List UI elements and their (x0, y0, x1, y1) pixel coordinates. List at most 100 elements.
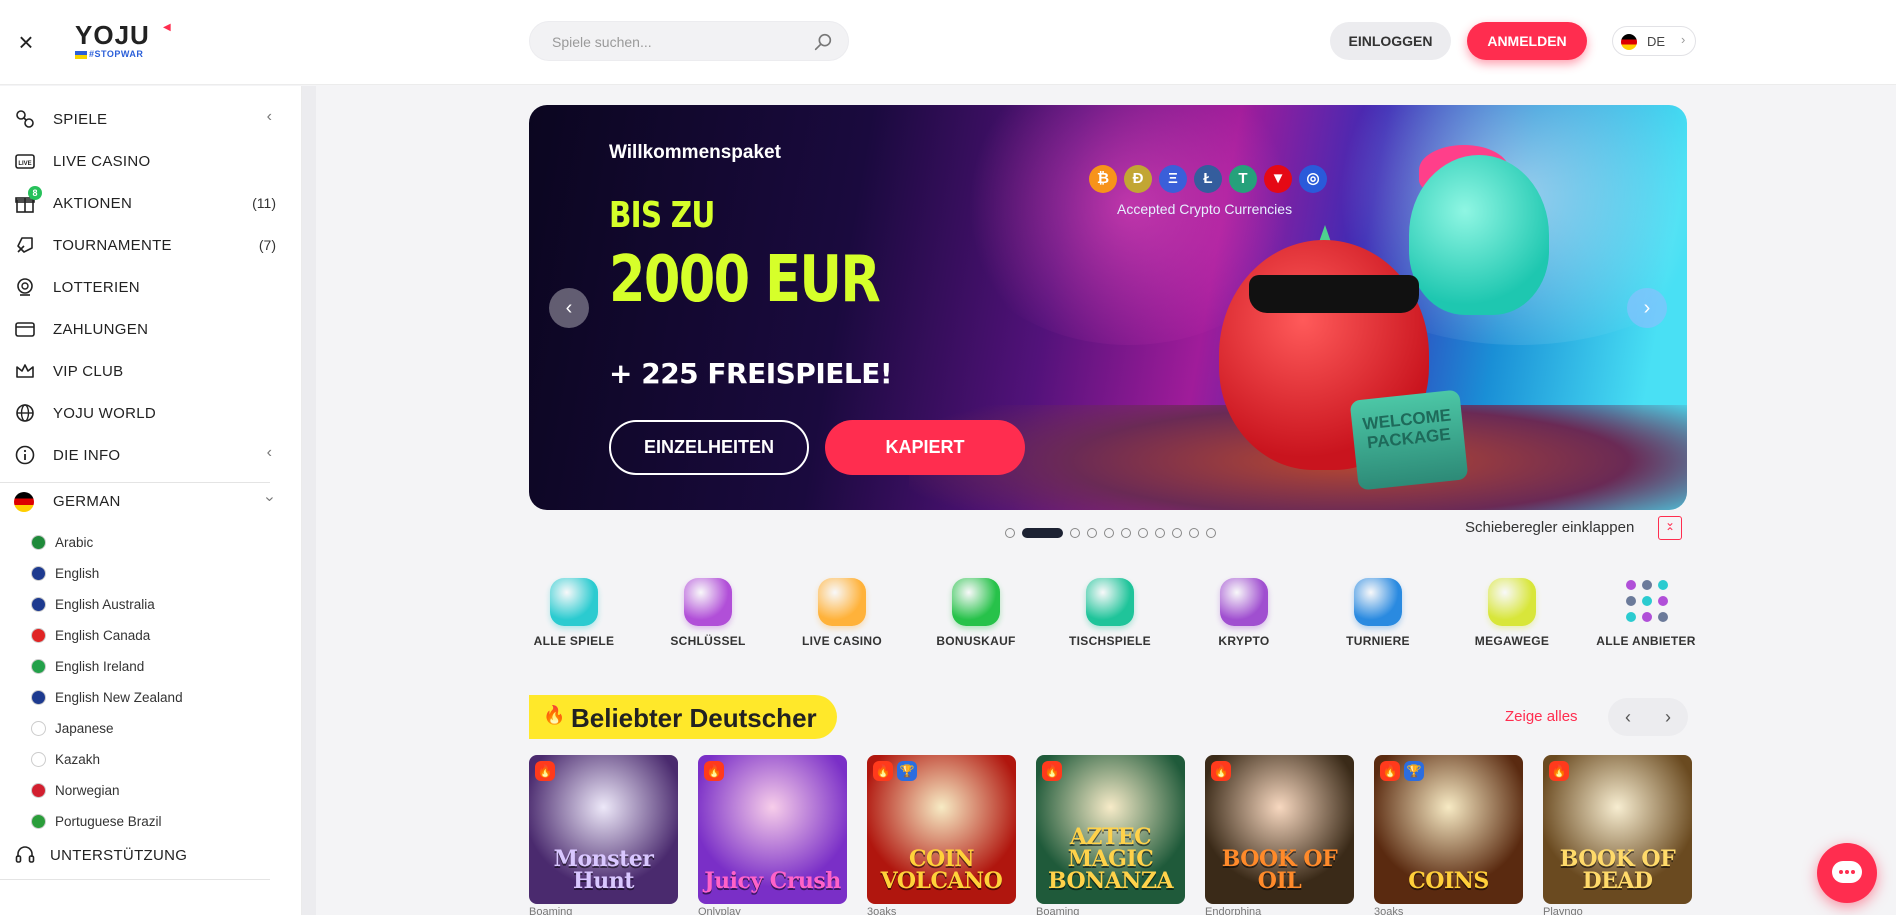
chevron-left-icon[interactable]: ‹ (267, 108, 272, 126)
language-option[interactable]: Japanese (0, 715, 270, 743)
top-header: × YOJU ◀ #STOPWAR EINLOGGEN ANMELDEN DE … (0, 0, 1896, 85)
crypto-coin-icon: Ξ (1159, 165, 1187, 193)
collapse-slider-label[interactable]: Schieberegler einklappen (1465, 519, 1634, 536)
sidebar-item-lotterien[interactable]: LOTTERIEN (0, 266, 302, 308)
game-tile[interactable]: 🔥 🏆 COINS (1374, 755, 1523, 904)
game-tile[interactable]: 🔥 Juicy Crush (698, 755, 847, 904)
language-option[interactable]: English New Zealand (0, 684, 270, 712)
carousel-dot[interactable] (1005, 527, 1015, 538)
language-option[interactable]: English Canada (0, 622, 270, 650)
sidebar-item-label: VIP CLUB (53, 363, 124, 380)
carousel-dots (1005, 524, 1223, 538)
pager-prev-button[interactable]: ‹ (1608, 698, 1648, 736)
category-item[interactable]: KRYPTO (1189, 578, 1299, 652)
carousel-dot[interactable] (1087, 527, 1097, 538)
language-selector[interactable]: DE › (1612, 26, 1696, 56)
got-it-button[interactable]: KAPIERT (825, 420, 1025, 475)
fire-icon: 🔥 (535, 761, 555, 781)
carousel-dot[interactable] (1155, 527, 1165, 538)
category-label: ALLE SPIELE (533, 634, 615, 648)
flag-icon (31, 597, 46, 612)
chevron-left-icon[interactable]: ‹ (267, 444, 272, 462)
germany-flag-icon (1621, 34, 1637, 50)
game-tile[interactable]: 🔥 BOOK OF DEAD (1543, 755, 1692, 904)
carousel-dot[interactable] (1172, 527, 1182, 538)
flag-icon (31, 752, 46, 767)
search-box[interactable] (529, 21, 849, 61)
category-item[interactable]: TISCHSPIELE (1055, 578, 1165, 652)
sidebar-scrollbar[interactable] (302, 86, 316, 915)
banner-prev-button[interactable]: ‹ (549, 288, 589, 328)
sidebar: SPIELE ‹ LIVE LIVE CASINO 8 AKTIONEN (11… (0, 86, 302, 915)
game-provider: Playngo (1543, 906, 1583, 915)
login-button[interactable]: EINLOGGEN (1330, 22, 1451, 60)
category-label: BONUSKAUF (936, 634, 1016, 648)
category-item[interactable]: MEGAWEGE (1457, 578, 1567, 652)
details-button[interactable]: EINZELHEITEN (609, 420, 809, 475)
category-item[interactable]: SCHLÜSSEL (653, 578, 763, 652)
game-tile[interactable]: 🔥 AZTEC MAGIC BONANZA (1036, 755, 1185, 904)
banner-freespins: + 225 FREISPIELE! (609, 357, 893, 390)
category-item[interactable]: ALLE ANBIETER (1591, 578, 1701, 652)
carousel-dot[interactable] (1138, 527, 1148, 538)
sidebar-item-die-info[interactable]: DIE INFO ‹ (0, 434, 302, 476)
carousel-dot[interactable] (1121, 527, 1131, 538)
headset-icon (15, 846, 35, 863)
language-option[interactable]: Arabic (0, 529, 270, 557)
language-option-label: English Australia (55, 597, 155, 612)
banner-next-button[interactable]: › (1627, 288, 1667, 328)
language-option-label: English (55, 566, 100, 581)
category-icon (1086, 578, 1134, 626)
sidebar-item-yoju-world[interactable]: YOJU WORLD (0, 392, 302, 434)
ghost-mascot-image (1409, 155, 1549, 315)
sidebar-item-spiele[interactable]: SPIELE ‹ (0, 98, 302, 140)
carousel-dot[interactable] (1104, 527, 1114, 538)
sidebar-item-tournamente[interactable]: TOURNAMENTE (7) (0, 224, 302, 266)
chat-button[interactable] (1817, 843, 1877, 903)
close-menu-icon[interactable]: × (14, 29, 38, 55)
register-button[interactable]: ANMELDEN (1467, 22, 1587, 60)
sidebar-item-aktionen[interactable]: 8 AKTIONEN (11) (0, 182, 302, 224)
promo-banner[interactable]: WELCOME PACKAGE Willkommenspaket BIS ZU … (529, 105, 1687, 510)
category-item[interactable]: ALLE SPIELE (519, 578, 629, 652)
logo[interactable]: YOJU ◀ #STOPWAR (75, 22, 171, 59)
sidebar-item-live-casino[interactable]: LIVE LIVE CASINO (0, 140, 302, 182)
language-option[interactable]: Portuguese Brazil (0, 808, 270, 836)
game-tile[interactable]: 🔥 BOOK OF OIL (1205, 755, 1354, 904)
sidebar-item-label: UNTERSTÜTZUNG (50, 847, 188, 864)
language-option[interactable]: English Australia (0, 591, 270, 619)
language-option[interactable]: English (0, 560, 270, 588)
category-label: ALLE ANBIETER (1596, 634, 1696, 648)
sunglasses-shape (1249, 275, 1419, 313)
chevron-down-icon[interactable]: ‹ (260, 496, 278, 501)
sidebar-item-label: DIE INFO (53, 447, 121, 464)
pager-next-button[interactable]: › (1648, 698, 1688, 736)
category-item[interactable]: LIVE CASINO (787, 578, 897, 652)
sidebar-item-support[interactable]: UNTERSTÜTZUNG (0, 834, 302, 876)
sidebar-item-vip-club[interactable]: VIP CLUB (0, 350, 302, 392)
game-provider: Onlyplay (698, 906, 741, 915)
carousel-dot[interactable] (1206, 527, 1216, 538)
game-tile[interactable]: 🔥 Monster Hunt (529, 755, 678, 904)
game-tile[interactable]: 🔥 🏆 COIN VOLCANO (867, 755, 1016, 904)
search-input[interactable] (552, 32, 802, 52)
sidebar-item-label: AKTIONEN (53, 195, 133, 212)
carousel-dot[interactable] (1189, 527, 1199, 538)
carousel-dot[interactable] (1070, 527, 1080, 538)
language-option[interactable]: Kazakh (0, 746, 270, 774)
language-option[interactable]: English Ireland (0, 653, 270, 681)
language-option[interactable]: Norwegian (0, 777, 270, 805)
category-item[interactable]: BONUSKAUF (921, 578, 1031, 652)
flag-icon (31, 659, 46, 674)
game-provider: Boaming (1036, 906, 1080, 915)
show-all-link[interactable]: Zeige alles (1505, 708, 1578, 725)
flag-icon (31, 628, 46, 643)
sidebar-item-zahlungen[interactable]: ZAHLUNGEN (0, 308, 302, 350)
language-dropdown[interactable]: GERMAN ‹ (0, 480, 302, 522)
collapse-icon[interactable]: ⌄ ⌃ (1658, 516, 1682, 540)
sidebar-item-label: LOTTERIEN (53, 279, 140, 296)
section-title: Beliebter Deutscher (571, 703, 817, 733)
search-icon[interactable] (812, 31, 834, 53)
category-item[interactable]: TURNIERE (1323, 578, 1433, 652)
carousel-dot[interactable] (1022, 527, 1063, 538)
